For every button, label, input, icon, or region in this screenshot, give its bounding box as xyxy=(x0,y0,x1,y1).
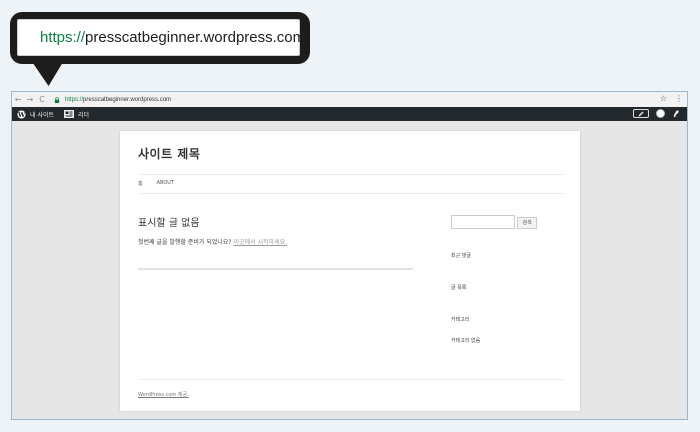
reload-button[interactable]: C xyxy=(36,95,48,104)
start-here-link[interactable]: 이곳에서 시작하세요. xyxy=(234,239,288,246)
admin-bar-right xyxy=(633,109,681,118)
post-message-text: 첫번째 글을 발행할 준비가 되었나요? xyxy=(138,239,232,246)
svg-text:W: W xyxy=(17,111,26,118)
browser-menu-icon[interactable]: ⋮ xyxy=(675,94,683,103)
callout-url: https://presscatbeginner.wordpress.com xyxy=(40,29,305,46)
post-title: 표시할 글 없음 xyxy=(138,218,200,229)
address-bar[interactable]: https://presscatbeginner.wordpress.com xyxy=(65,97,171,103)
write-post-button[interactable] xyxy=(633,109,649,118)
site-title[interactable]: 사이트 제목 xyxy=(138,145,200,162)
widget-recent-comments: 최근 댓글 xyxy=(451,253,471,259)
page-scrollbar[interactable] xyxy=(679,121,687,419)
my-site-menu[interactable]: W 내 사이트 xyxy=(17,109,54,119)
browser-toolbar: ← → C https://presscatbeginner.wordpress… xyxy=(12,92,687,108)
avatar[interactable] xyxy=(656,109,665,118)
callout-address-bar: https://presscatbeginner.wordpress.com xyxy=(17,19,305,56)
toolbar-right: ☆ ⋮ xyxy=(660,94,683,103)
back-button[interactable]: ← xyxy=(12,95,24,104)
pencil-icon xyxy=(638,111,644,116)
wordpress-logo-icon: W xyxy=(17,109,26,118)
widget-posts: 글 목록 xyxy=(451,285,467,291)
reader-icon xyxy=(64,110,74,118)
search-button[interactable]: 검색 xyxy=(517,217,537,229)
nav-item-home[interactable]: 홈 xyxy=(138,180,143,187)
site-page: 사이트 제목 홈 ABOUT 표시할 글 없음 첫번째 글을 발행할 준비가 되… xyxy=(120,131,580,411)
post-separator xyxy=(138,268,413,270)
footer-credit-link[interactable]: WordPress.com 제공. xyxy=(138,391,189,398)
nav-item-about[interactable]: ABOUT xyxy=(157,180,174,187)
search-input[interactable] xyxy=(451,215,515,229)
notifications-bell-icon[interactable] xyxy=(672,109,681,118)
bookmark-star-icon[interactable]: ☆ xyxy=(660,94,667,103)
url-host: presscatbeginner.wordpress.com xyxy=(83,96,172,103)
forward-button[interactable]: → xyxy=(24,95,36,104)
browser-window: ← → C https://presscatbeginner.wordpress… xyxy=(11,91,688,420)
reader-menu[interactable]: 리더 xyxy=(64,110,89,119)
nav-divider xyxy=(138,193,564,194)
url-scheme: https:// xyxy=(65,96,84,103)
widget-uncategorized[interactable]: 카테고리 없음 xyxy=(451,337,480,344)
site-navigation: 홈 ABOUT xyxy=(138,180,174,187)
callout-url-scheme: https:// xyxy=(40,29,86,46)
my-site-label: 내 사이트 xyxy=(30,111,54,119)
header-divider xyxy=(138,174,564,175)
wp-admin-bar: W 내 사이트 리더 xyxy=(12,107,687,121)
lock-icon xyxy=(54,96,60,103)
post-message: 첫번째 글을 발행할 준비가 되었나요? 이곳에서 시작하세요. xyxy=(138,237,287,246)
reader-label: 리더 xyxy=(78,111,90,119)
footer-divider xyxy=(138,379,564,380)
widget-categories: 카테고리 xyxy=(451,317,470,323)
callout-url-host: presscatbeginner.wordpress.com xyxy=(85,29,306,46)
